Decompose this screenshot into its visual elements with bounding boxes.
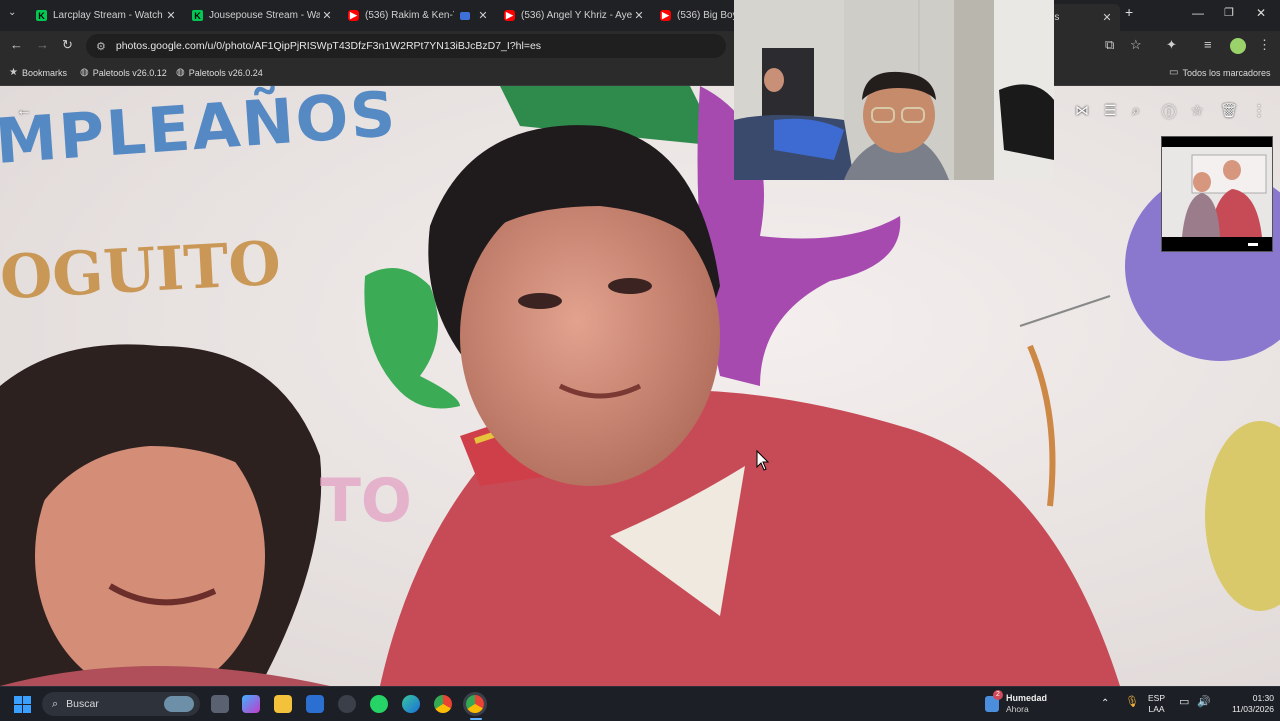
task-view-icon[interactable] [211,695,229,713]
webcam-overlay [734,0,1054,180]
windows-start-icon[interactable] [14,696,31,713]
delete-icon[interactable]: 🗑 [1220,102,1238,119]
thumbnail-image [1162,147,1272,246]
bookmark-label: Bookmarks [21,67,67,78]
search-placeholder: Buscar [66,698,99,710]
search-highlight-icon [164,696,194,712]
store-icon[interactable] [306,695,324,713]
forward-icon[interactable]: → [36,37,49,52]
taskbar-search[interactable]: ⌕ Buscar [42,692,200,716]
close-tab-icon[interactable]: ✕ [476,9,490,22]
file-explorer-icon[interactable] [274,695,292,713]
app-icon[interactable] [338,695,356,713]
media-controls-icon[interactable]: ≡ [1204,37,1212,52]
edge-icon[interactable] [402,695,420,713]
show-hidden-icons[interactable]: ⌃ [1101,698,1109,709]
weather-badge: 2 [993,690,1003,700]
info-icon[interactable]: ⓘ [1162,102,1176,122]
copilot-icon[interactable] [242,695,260,713]
bookmark-label: Paletools v26.0.12 [92,67,167,78]
bookmark-item-bookmarks[interactable]: ★ Bookmarks [9,67,67,78]
menu-icon[interactable]: ⋮ [1258,37,1271,53]
close-tab-icon[interactable]: ✕ [632,9,646,22]
more-options-icon[interactable]: ⋮ [1252,102,1266,119]
tab-big-boy[interactable]: ▶ (536) Big Boy - [652,4,734,27]
birthday-photo [0,86,1280,686]
windows-taskbar: ⌕ Buscar 2 Humedad Ahora ⌃ 🎙 ESP LAA ▭ 🔊… [0,686,1280,721]
banner-text-lower: TO [320,466,412,536]
close-tab-icon[interactable]: ✕ [1100,11,1114,24]
weather-subtitle: Ahora [1006,704,1029,714]
share-icon[interactable]: ⋈ [1075,102,1089,119]
weather-title: Humedad [1006,693,1048,703]
bookmark-item-paletools-2[interactable]: ◍ Paletools v26.0.24 [176,67,263,78]
restore-button[interactable]: ❐ [1224,6,1234,19]
favorite-icon[interactable]: ☆ [1191,102,1204,119]
bookmark-star-icon[interactable]: ☆ [1130,37,1142,53]
kick-icon: K [192,10,203,21]
whatsapp-icon[interactable] [370,695,388,713]
language-indicator[interactable]: ESP LAA [1148,693,1165,715]
clock[interactable]: 01:30 11/03/2026 [1218,693,1274,715]
tab-title: (536) Rakim & Ken-Y - [365,10,454,21]
microphone-icon[interactable]: 🎙 [1125,697,1139,708]
tab-title: (536) Angel Y Khriz - Ayer [521,10,632,21]
youtube-icon: ▶ [660,10,671,21]
chrome-active-icon[interactable] [466,695,484,713]
address-bar[interactable]: ⚙ photos.google.com/u/0/photo/AF1QipPjRI… [86,34,726,58]
star-icon: ★ [9,67,18,78]
bookmark-item-paletools-1[interactable]: ◍ Paletools v26.0.12 [80,67,167,78]
webcam-feed [734,0,1054,180]
tab-search-icon[interactable]: ⌄ [8,7,16,18]
network-icon[interactable]: ▭ [1179,697,1189,708]
photo-viewer[interactable]: MPLEAÑOS OGUITO TO [0,86,1280,686]
chrome-icon[interactable] [434,695,452,713]
tab-title: Jousepouse Stream - Watch [209,10,320,21]
extensions-icon[interactable]: ✦ [1166,37,1177,53]
tab-jousepouse[interactable]: K Jousepouse Stream - Watch ✕ [184,4,340,27]
close-tab-icon[interactable]: ✕ [164,9,178,22]
youtube-icon: ▶ [504,10,515,21]
bookmarks-bar: ★ Bookmarks ◍ Paletools v26.0.12 ◍ Palet… [0,61,1280,86]
profile-avatar[interactable] [1230,38,1246,54]
clock-time: 01:30 [1252,693,1274,703]
all-bookmarks-button[interactable]: ▭ Todos los marcadores [1169,67,1271,78]
edit-icon[interactable]: ☰ [1104,102,1117,119]
cast-icon[interactable]: ⧉ [1105,37,1114,53]
url-text: photos.google.com/u/0/photo/AF1QipPjRISW… [115,40,542,52]
tab-title: tos [1046,12,1100,23]
tab-title: (536) Big Boy - [677,10,734,21]
kick-icon: K [36,10,47,21]
tab-angel-khriz[interactable]: ▶ (536) Angel Y Khriz - Ayer ✕ [496,4,652,27]
zoom-icon[interactable]: ⌕ [1132,102,1140,119]
photo-back-icon[interactable]: ← [16,102,32,120]
bookmark-label: Todos los marcadores [1182,67,1271,78]
minimize-button[interactable]: — [1192,6,1204,20]
language-line2: LAA [1148,704,1165,714]
tab-title: Larcplay Stream - Watch Li [53,10,164,21]
bookmark-label: Paletools v26.0.24 [188,67,263,78]
close-tab-icon[interactable]: ✕ [320,9,334,22]
tab-rakim-keny[interactable]: ▶ (536) Rakim & Ken-Y - ✕ [340,4,496,27]
globe-icon: ◍ [80,67,89,78]
reload-icon[interactable]: ↻ [62,37,73,53]
youtube-icon: ▶ [348,10,359,21]
site-info-icon[interactable]: ⚙ [96,40,106,53]
language-line1: ESP [1148,693,1166,703]
picture-in-picture-thumbnail[interactable] [1161,136,1273,252]
browser-toolbar: ← → ↻ ⚙ photos.google.com/u/0/photo/AF1Q… [0,31,1280,61]
new-tab-button[interactable]: + [1125,4,1133,20]
close-window-button[interactable]: ✕ [1256,6,1266,20]
back-icon[interactable]: ← [10,37,23,52]
clock-date: 11/03/2026 [1232,704,1274,714]
tab-larcplay[interactable]: K Larcplay Stream - Watch Li ✕ [28,4,184,27]
search-icon: ⌕ [52,697,59,710]
globe-icon: ◍ [176,67,185,78]
browser-tab-strip: ⌄ K Larcplay Stream - Watch Li ✕ K Jouse… [0,0,1280,31]
volume-icon[interactable]: 🔊 [1197,697,1211,708]
folder-icon: ▭ [1169,67,1179,78]
banner-text-left: OGUITO [0,228,283,314]
audio-icon [460,11,470,20]
